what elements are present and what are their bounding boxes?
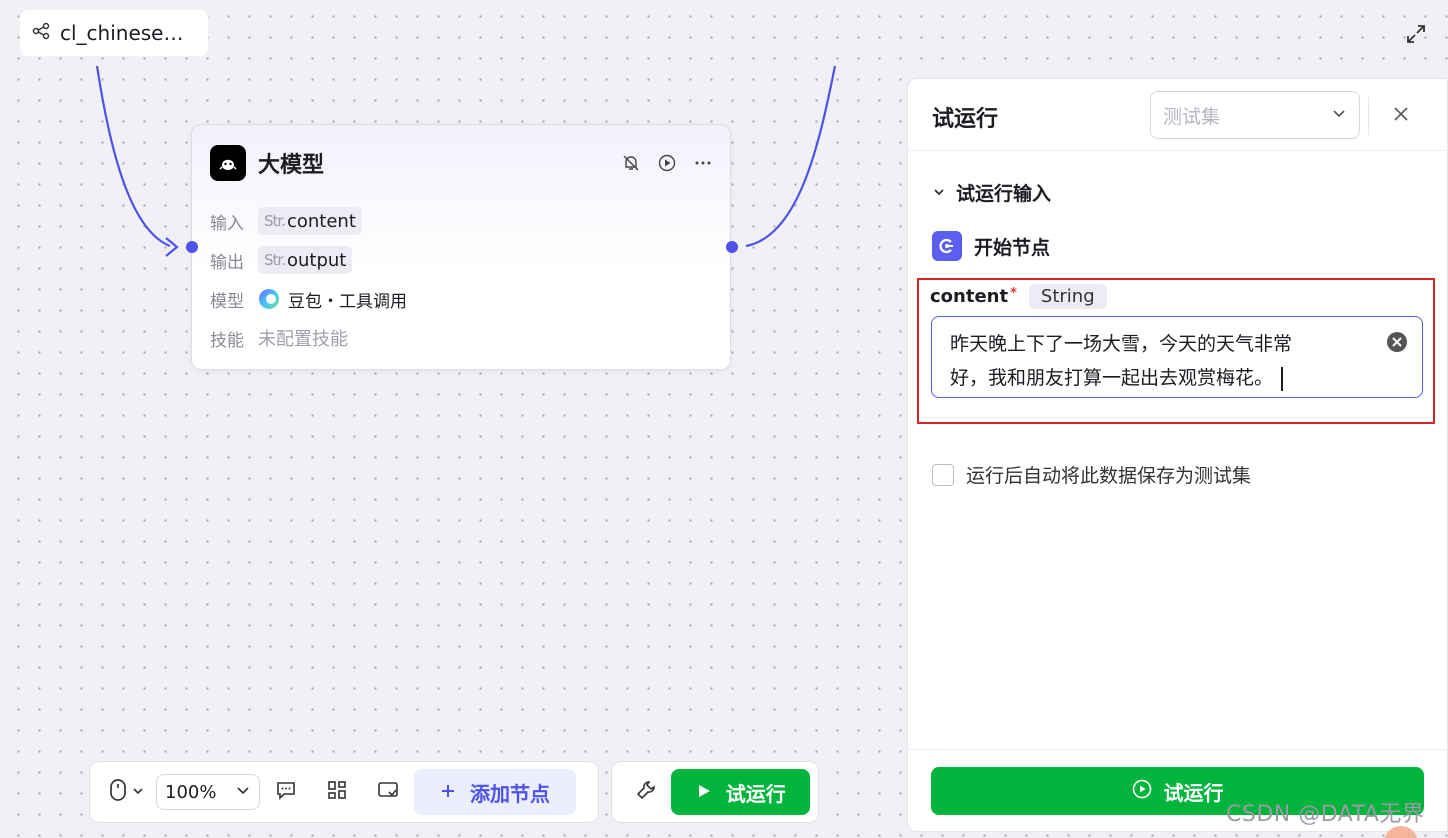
node-output-port[interactable] [726,241,738,253]
test-input-section-toggle[interactable]: 试运行输入 [932,179,1051,206]
chevron-down-icon [932,182,946,204]
play-icon [696,780,712,804]
workflow-title-pill[interactable]: cl_chinese… [20,10,208,56]
content-textarea[interactable]: 昨天晚上下了一场大雪，今天的天气非常 好，我和朋友打算一起出去观赏梅花。 [931,316,1423,398]
header-divider [1368,97,1369,135]
zoom-select[interactable]: 100% [156,774,260,810]
input-label: 输入 [210,213,244,234]
incoming-edge [95,65,171,248]
start-node-row: 开始节点 [932,231,1050,261]
clear-input-icon[interactable] [1386,331,1408,353]
minimap-button[interactable] [362,779,414,805]
output-value: output [286,249,347,271]
textarea-line-2-wrap: 好，我和朋友打算一起出去观赏梅花。 [950,361,1362,395]
text-cursor [1281,366,1283,391]
workflow-graph-icon [32,21,50,45]
run-toolbar: 试运行 [611,761,819,823]
required-mark: * [1010,286,1017,301]
llm-node-icon [210,145,246,181]
canvas-toolbar: 100% 添加节点 [89,761,599,823]
more-options-icon[interactable] [694,154,712,172]
workflow-name: cl_chinese… [60,21,184,45]
output-type: Str. [264,251,286,269]
chevron-down-icon [235,782,251,803]
node-input-row: 输入 Str. content [210,207,362,235]
model-value: 豆包・工具调用 [288,291,407,312]
content-field-label: content * String [930,284,1107,309]
comment-icon [275,779,297,805]
textarea-line-1: 昨天晚上下了一场大雪，今天的天气非常 [950,333,1293,355]
grid-layout-icon [326,779,348,805]
minimap-icon [377,779,399,805]
comment-button[interactable] [260,779,312,805]
mouse-icon [109,778,127,806]
footer-divider [908,749,1447,750]
node-title: 大模型 [258,153,325,178]
test-run-panel: 试运行 测试集 试运行输入 开始节点 content * String 昨天晚上下… [907,78,1448,832]
toolbar-run-button[interactable]: 试运行 [671,769,810,815]
plus-icon [440,780,456,804]
zoom-value: 100% [165,781,217,803]
add-node-button[interactable]: 添加节点 [414,769,576,815]
node-input-port[interactable] [186,241,198,253]
outgoing-edge [745,65,837,248]
panel-title: 试运行 [932,107,999,132]
output-tag: Str. output [258,246,353,274]
run-node-icon[interactable] [658,154,676,172]
play-circle-icon [1132,779,1152,804]
field-name-text: content [930,286,1009,307]
llm-node[interactable]: 大模型 输入 Str. content 输出 Str. output 模型 豆包… [191,124,731,370]
doubao-model-icon [258,288,280,310]
skill-label: 技能 [210,330,244,351]
save-testset-option[interactable]: 运行后自动将此数据保存为测试集 [932,461,1251,488]
chevron-down-icon [131,783,145,802]
chevron-down-icon [1331,104,1347,126]
panel-header: 试运行 测试集 [908,79,1447,151]
node-skill-row: 技能 未配置技能 [210,324,348,352]
checkbox-label: 运行后自动将此数据保存为测试集 [966,465,1252,487]
toolbar-run-label: 试运行 [725,781,786,806]
bell-off-icon[interactable] [622,154,640,172]
wrench-icon [635,779,657,805]
textarea-line-2: 好，我和朋友打算一起出去观赏梅花。 [950,367,1274,389]
field-name: content * [930,286,1017,307]
input-type: Str. [264,212,286,230]
input-value: content [286,210,356,232]
testset-select[interactable]: 测试集 [1150,91,1360,139]
node-actions [622,154,712,172]
section-title: 试运行输入 [956,183,1052,205]
layout-button[interactable] [312,779,362,805]
add-node-label: 添加节点 [470,781,550,806]
start-node-label: 开始节点 [974,236,1051,259]
node-header: 大模型 [210,145,712,181]
node-model-row: 模型 豆包・工具调用 [210,285,407,313]
csdn-watermark: CSDN @DATA无界 [1226,802,1425,827]
fullscreen-expand-icon[interactable] [1404,22,1428,46]
testset-placeholder: 测试集 [1163,105,1221,128]
panel-run-label: 试运行 [1163,780,1224,805]
interaction-mode-selector[interactable] [98,778,156,806]
model-label: 模型 [210,291,244,312]
start-node-icon [932,231,962,261]
incoming-arrowhead [165,237,179,257]
field-type-tag: String [1028,284,1107,309]
node-output-row: 输出 Str. output [210,246,353,274]
output-label: 输出 [210,252,244,273]
input-tag: Str. content [258,207,362,235]
skill-value: 未配置技能 [258,329,348,350]
close-icon[interactable] [1390,103,1412,125]
debug-tools-button[interactable] [620,779,671,805]
save-testset-checkbox[interactable] [932,463,954,486]
